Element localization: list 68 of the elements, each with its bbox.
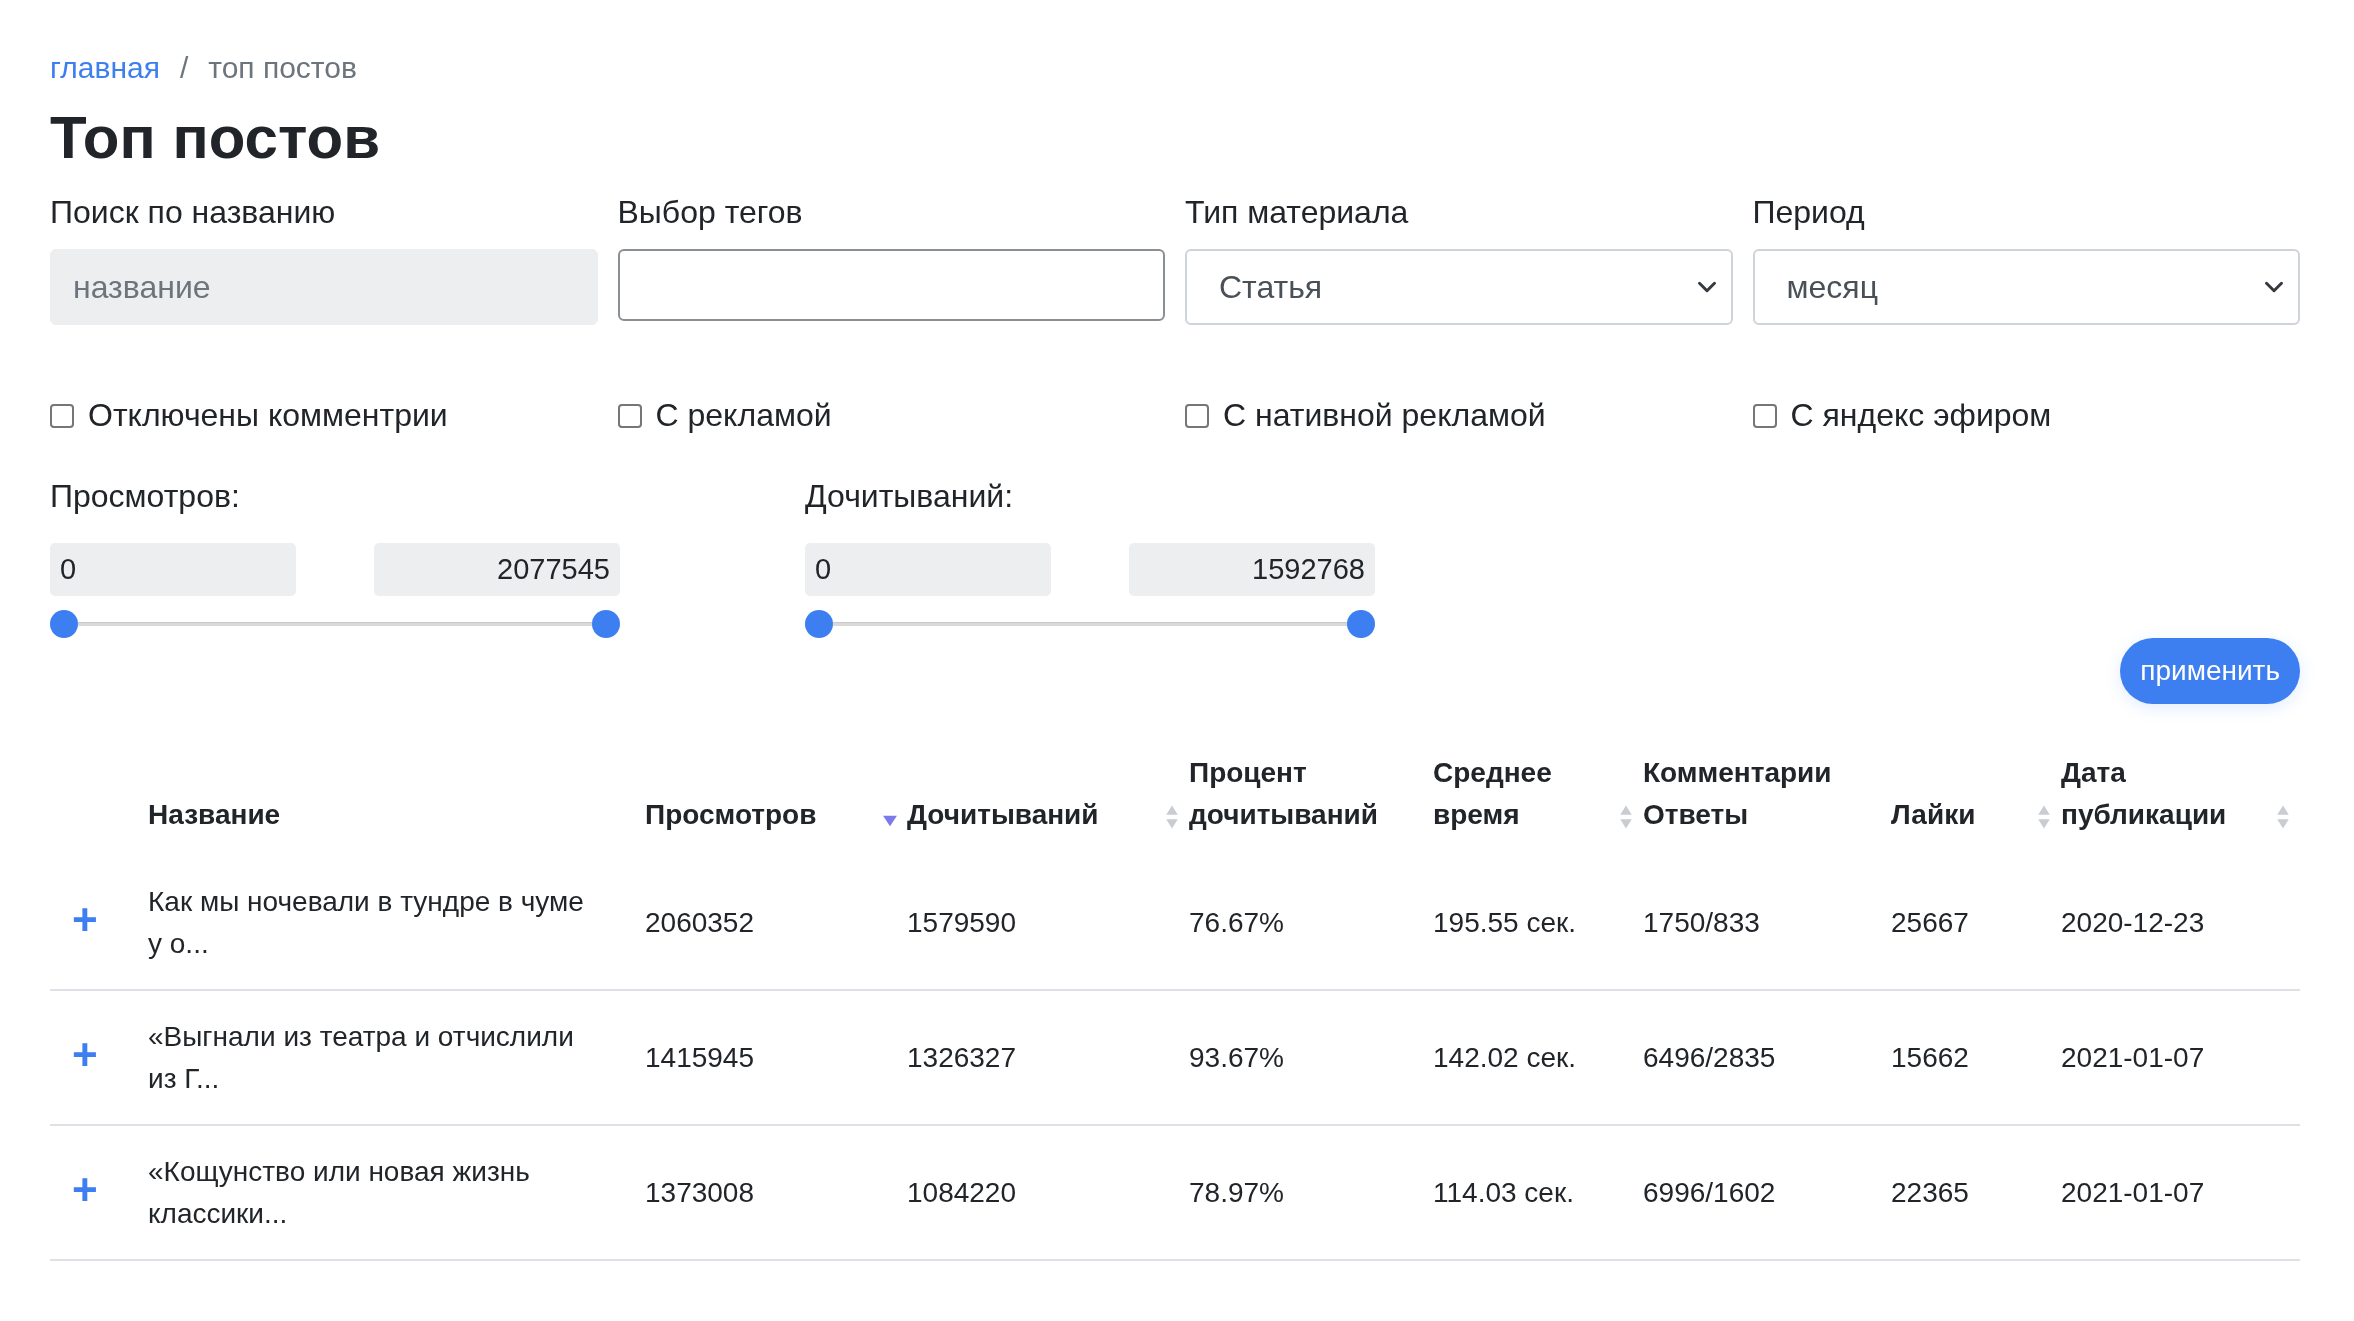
select-field[interactable]: Статья (1185, 249, 1733, 325)
post-title: «Выгнали из театра и отчислили из Г... (148, 1020, 574, 1094)
column-header[interactable]: Дата публикации (2061, 752, 2274, 836)
expand-row-button[interactable]: + (50, 1029, 98, 1079)
expand-row-button[interactable]: + (50, 1164, 98, 1214)
column-header[interactable]: Просмотров (645, 794, 817, 836)
select-value: месяц (1786, 268, 1878, 306)
column-header[interactable]: Лайки (1891, 794, 1976, 836)
table-cell: 2021-01-07 (2061, 1176, 2205, 1208)
table-cell: 1373008 (645, 1176, 754, 1208)
post-title: «Кощунство или новая жизнь классики... (148, 1155, 530, 1229)
checkbox-label: С рекламой (655, 397, 832, 434)
checkbox-label: Отключены комментрии (88, 397, 448, 434)
checkbox[interactable] (617, 403, 642, 428)
table-cell: 1579590 (907, 906, 1016, 938)
checkbox[interactable] (1752, 403, 1777, 428)
table-cell: 1750/833 (1643, 906, 1760, 938)
select-field[interactable]: месяц (1752, 249, 2300, 325)
min-value-field[interactable]: 0 (50, 543, 296, 596)
breadcrumb-link[interactable]: главная (50, 51, 160, 85)
slider-thumb[interactable] (1347, 610, 1375, 638)
column-header[interactable]: Название (148, 794, 281, 836)
column-header[interactable]: Среднее время (1433, 752, 1617, 836)
breadcrumb-current: топ постов (208, 51, 357, 85)
table-cell: 6496/2835 (1643, 1041, 1776, 1073)
table-cell: 93.67% (1189, 1041, 1284, 1073)
column-header[interactable]: Комментарии Ответы (1643, 752, 1883, 836)
field-label: Выбор тегов (617, 194, 804, 231)
field-label: Тип материала (1185, 194, 1410, 231)
max-value-field[interactable]: 2077545 (374, 543, 620, 596)
slider-thumb[interactable] (50, 610, 78, 638)
page-title: Топ постов (50, 103, 382, 173)
table-cell: 78.97% (1189, 1176, 1284, 1208)
slider-thumb[interactable] (805, 610, 833, 638)
slider-thumb[interactable] (592, 610, 620, 638)
max-value-field[interactable]: 1592768 (1129, 543, 1375, 596)
checkbox[interactable] (1185, 403, 1209, 428)
field-label: Период (1752, 194, 1866, 231)
table-cell: 142.02 сек. (1433, 1041, 1577, 1073)
min-value-field[interactable]: 0 (805, 543, 1051, 596)
column-header[interactable]: Дочитываний (907, 794, 1099, 836)
expand-row-button[interactable]: + (50, 894, 98, 944)
table-cell: 76.67% (1189, 906, 1284, 938)
table-cell: 1415945 (645, 1041, 754, 1073)
range-label: Просмотров: (50, 478, 241, 515)
table-cell: 6996/1602 (1643, 1176, 1776, 1208)
apply-button[interactable]: применить (2120, 638, 2300, 704)
table-cell: 2060352 (645, 906, 754, 938)
checkbox-label: С яндекс эфиром (1790, 397, 2052, 434)
column-header[interactable]: Процент дочитываний (1189, 752, 1425, 836)
table-cell: 25667 (1891, 906, 1969, 938)
checkbox[interactable] (50, 403, 74, 428)
checkbox-label: С нативной рекламой (1223, 397, 1546, 434)
table-cell: 1084220 (907, 1176, 1016, 1208)
table-cell: 2021-01-07 (2061, 1041, 2205, 1073)
table-cell: 15662 (1891, 1041, 1969, 1073)
breadcrumb-separator: / (179, 51, 189, 85)
tags-field[interactable] (617, 249, 1165, 321)
table-cell: 195.55 сек. (1433, 906, 1577, 938)
search-field[interactable]: название (50, 249, 598, 325)
table-cell: 114.03 сек. (1433, 1176, 1574, 1208)
table-cell: 1326327 (907, 1041, 1016, 1073)
table-cell: 2020-12-23 (2061, 906, 2205, 938)
post-title: Как мы ночевали в тундре в чуме у о... (148, 885, 584, 959)
select-value: Статья (1219, 268, 1323, 306)
field-label: Поиск по названию (50, 194, 337, 231)
range-label: Дочитываний: (805, 478, 1015, 515)
table-cell: 22365 (1891, 1176, 1969, 1208)
